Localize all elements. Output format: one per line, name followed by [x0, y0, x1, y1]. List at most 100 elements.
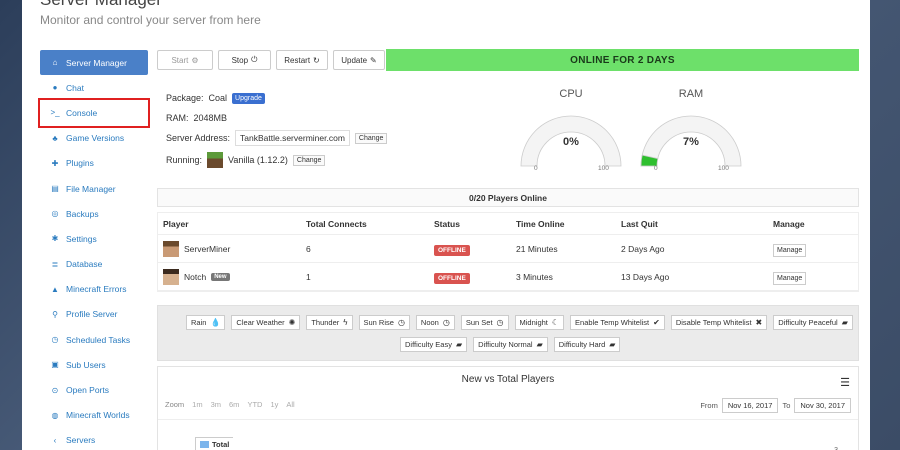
cpu-gauge-min: 0 — [534, 165, 538, 172]
status-banner: ONLINE FOR 2 DAYS — [386, 49, 859, 71]
refresh-icon: ↻ — [313, 55, 320, 65]
zoom-option[interactable]: 3m — [211, 400, 221, 409]
command-label: Clear Weather — [236, 318, 285, 327]
table-header-row: Player Total Connects Status Time Online… — [158, 213, 858, 235]
manage-button[interactable]: Manage — [773, 271, 807, 285]
sidebar-item-scheduled-tasks[interactable]: ◷ Scheduled Tasks — [40, 327, 148, 352]
thunder-button[interactable]: Thunder ϟ — [306, 315, 353, 330]
rain-button[interactable]: Rain 💧 — [186, 315, 226, 330]
zoom-controls: Zoom 1m 3m 6m YTD 1y All — [165, 400, 295, 409]
difficulty-hard-button[interactable]: Difficulty Hard ▰ — [553, 337, 621, 352]
hamburger-menu-icon[interactable]: ☰ — [840, 376, 850, 389]
sidebar-item-profile-server[interactable]: ⚲ Profile Server — [40, 302, 148, 327]
page: Server Manager Monitor and control your … — [22, 0, 870, 450]
sidebar-item-minecraft-errors[interactable]: ▲ Minecraft Errors — [40, 277, 148, 302]
command-label: Noon — [420, 318, 439, 327]
command-label: Sun Set — [465, 318, 493, 327]
difficulty-easy-button[interactable]: Difficulty Easy ▰ — [400, 337, 468, 352]
upgrade-button[interactable]: Upgrade — [232, 92, 265, 104]
sidebar-item-settings[interactable]: ✱ Settings — [40, 226, 148, 251]
sidebar-item-plugins[interactable]: ✚ Plugins — [40, 151, 148, 176]
sidebar-item-minecraft-worlds[interactable]: ◍ Minecraft Worlds — [40, 403, 148, 428]
command-icon: ▰ — [455, 340, 463, 349]
zoom-option[interactable]: 6m — [229, 400, 239, 409]
sidebar-item-database[interactable]: ≣ Database — [40, 252, 148, 277]
running-row: Running: Vanilla (1.12.2) Change — [166, 148, 387, 172]
update-button-label: Update — [341, 55, 368, 65]
stop-button[interactable]: Stop ⏻ — [218, 50, 271, 70]
midnight-button[interactable]: Midnight ☾ — [514, 315, 565, 330]
status-badge: OFFLINE — [434, 272, 470, 284]
start-button[interactable]: Start ⚙ — [157, 50, 213, 70]
sidebar-item-label: Database — [66, 259, 103, 270]
address-change-button[interactable]: Change — [354, 132, 388, 144]
sidebar-item-chat[interactable]: ● Chat — [40, 75, 148, 100]
column-header: Total Connects — [306, 218, 367, 229]
chart-legend[interactable]: Total — [195, 437, 234, 450]
users-icon: ♣ — [52, 133, 58, 143]
noon-button[interactable]: Noon ◷ — [415, 315, 455, 330]
disable-temp-whitelist-button[interactable]: Disable Temp Whitelist ✖ — [670, 315, 768, 330]
sidebar-item-label: Sub Users — [66, 359, 106, 370]
from-date-input[interactable]: Nov 16, 2017 — [721, 398, 779, 413]
enable-temp-whitelist-button[interactable]: Enable Temp Whitelist ✔ — [570, 315, 665, 330]
sidebar-item-label: Console — [66, 107, 98, 118]
sidebar-item-label: Open Ports — [66, 385, 109, 396]
command-label: Thunder — [311, 318, 340, 327]
update-button[interactable]: Update ✎ — [333, 50, 385, 70]
zoom-option[interactable]: 1y — [270, 400, 278, 409]
sidebar-item-file-manager[interactable]: ▤ File Manager — [40, 176, 148, 201]
sidebar-item-sub-users[interactable]: ▣ Sub Users — [40, 352, 148, 377]
sun-set-button[interactable]: Sun Set ◷ — [460, 315, 509, 330]
status-cell: OFFLINE — [434, 244, 516, 256]
command-icon: ▰ — [609, 340, 616, 349]
sidebar-item-game-versions[interactable]: ♣ Game Versions — [40, 126, 148, 151]
zoom-option[interactable]: YTD — [247, 400, 262, 409]
package-value: Coal — [208, 93, 228, 103]
cpu-gauge-label: CPU — [559, 88, 583, 100]
last-quit-cell: 2 Days Ago — [621, 243, 665, 254]
clear-weather-button[interactable]: Clear Weather ✺ — [231, 315, 301, 330]
page-header: Server Manager Monitor and control your … — [40, 0, 261, 27]
warning-icon: ▲ — [51, 284, 59, 294]
puzzle-icon: ✚ — [51, 158, 59, 168]
chart-divider — [158, 419, 858, 420]
database-icon: ≣ — [51, 259, 59, 269]
to-label: To — [782, 401, 791, 410]
sidebar-item-label: Backups — [66, 208, 99, 219]
ram-label: RAM: — [166, 113, 189, 123]
command-icon: ▰ — [536, 340, 543, 349]
difficulty-normal-button[interactable]: Difficulty Normal ▰ — [473, 337, 548, 352]
zoom-option[interactable]: All — [286, 400, 294, 409]
sidebar-item-servers[interactable]: ‹ Servers — [40, 428, 148, 450]
player-name[interactable]: Notch — [184, 272, 206, 282]
sidebar-item-console[interactable]: >_ Console — [38, 98, 150, 128]
player-name[interactable]: ServerMiner — [184, 244, 230, 254]
sidebar-item-backups[interactable]: ◎ Backups — [40, 201, 148, 226]
sidebar-item-server-manager[interactable]: ⌂ Server Manager — [40, 50, 148, 76]
manage-button[interactable]: Manage — [773, 243, 807, 257]
command-label: Enable Temp Whitelist — [575, 318, 650, 327]
legend-label: Total — [212, 440, 230, 449]
sidebar-item-label: Chat — [66, 82, 84, 93]
file-icon: ▤ — [51, 184, 59, 194]
terminal-icon: >_ — [50, 108, 60, 118]
command-icon: ✺ — [288, 318, 296, 327]
date-range: From Nov 16, 2017 To Nov 30, 2017 — [700, 398, 851, 413]
difficulty-peaceful-button[interactable]: Difficulty Peaceful ▰ — [773, 315, 853, 330]
zoom-label: Zoom — [165, 400, 185, 409]
server-address-field[interactable]: TankBattle.serverminer.com — [235, 130, 350, 146]
zoom-option[interactable]: 1m — [192, 400, 202, 409]
command-icon: ✖ — [755, 318, 763, 327]
sun-rise-button[interactable]: Sun Rise ◷ — [358, 315, 410, 330]
sidebar-item-open-ports[interactable]: ⊙ Open Ports — [40, 377, 148, 402]
sidebar-item-label: Minecraft Errors — [66, 284, 127, 295]
version-change-button[interactable]: Change — [292, 154, 326, 166]
last-quit-cell: 13 Days Ago — [621, 271, 670, 282]
restart-button[interactable]: Restart ↻ — [276, 50, 328, 70]
command-icon: ✔ — [653, 318, 660, 327]
players-chart-panel: New vs Total Players ☰ Zoom 1m 3m 6m YTD… — [157, 366, 859, 450]
cpu-gauge-max: 100 — [598, 165, 609, 172]
clock-icon: ◷ — [51, 335, 59, 345]
to-date-input[interactable]: Nov 30, 2017 — [794, 398, 851, 413]
